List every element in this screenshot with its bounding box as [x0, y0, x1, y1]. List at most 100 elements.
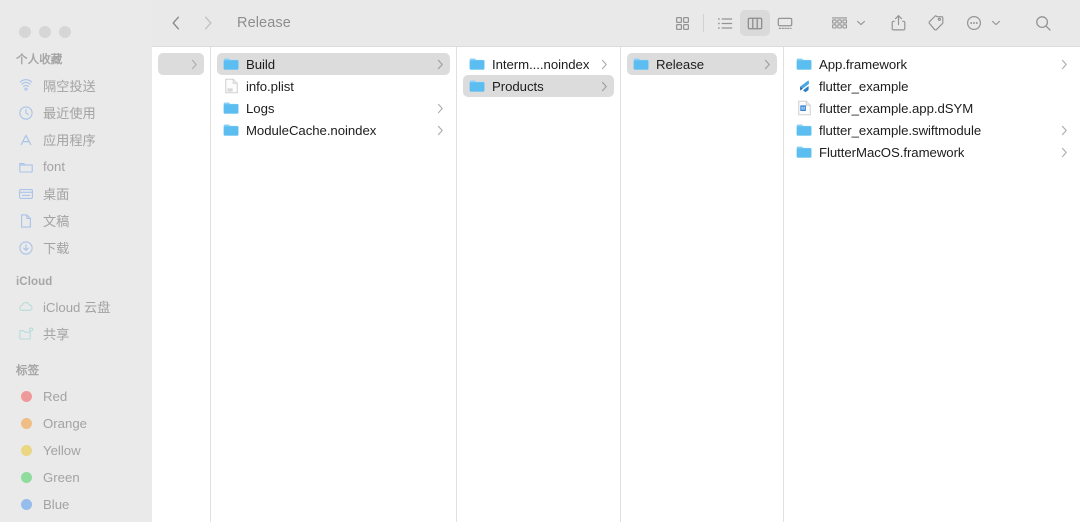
list-item[interactable]: Release — [627, 53, 777, 75]
column-browser: Build info.plist Logs ModuleCache.noinde… — [152, 47, 1080, 522]
folder-icon — [223, 56, 239, 72]
sidebar-section-tags-title: 标签 — [16, 365, 40, 377]
column-partial[interactable] — [152, 47, 211, 522]
list-item[interactable]: flutter_example.app.dSYM — [790, 97, 1074, 119]
sidebar-item-label: 下载 — [43, 241, 70, 256]
list-item[interactable]: Interm....noindex — [463, 53, 614, 75]
group-button[interactable] — [824, 10, 854, 36]
sidebar-item-label: Yellow — [43, 443, 81, 458]
chevron-right-icon — [601, 59, 610, 70]
chevron-right-icon — [191, 59, 200, 70]
clock-icon — [18, 105, 34, 121]
group-by-group — [824, 10, 869, 36]
sidebar-item-applications[interactable]: 应用程序 — [0, 126, 152, 153]
chevron-right-icon — [437, 125, 446, 136]
sidebar-item-tag-yellow[interactable]: Yellow — [0, 437, 152, 464]
list-item[interactable]: Logs — [217, 97, 450, 119]
document-icon — [18, 213, 34, 229]
column-products[interactable]: Interm....noindex Products — [457, 47, 621, 522]
sidebar-item-label: Green — [43, 470, 80, 485]
sidebar-item-label: Orange — [43, 416, 87, 431]
sidebar-item-tag-blue[interactable]: Blue — [0, 491, 152, 518]
item-label: flutter_example — [819, 78, 909, 94]
item-label: Products — [492, 78, 544, 94]
sidebar-item-label: 共享 — [43, 327, 70, 342]
folder-icon — [796, 122, 812, 138]
sidebar-item-airdrop[interactable]: 隔空投送 — [0, 72, 152, 99]
sidebar-item-tag-red[interactable]: Red — [0, 383, 152, 410]
sidebar-item-tag-green[interactable]: Green — [0, 464, 152, 491]
navigation-buttons — [152, 13, 216, 33]
sidebar-section-favorites-title: 个人收藏 — [16, 54, 63, 66]
finder-window: 个人收藏 隔空投送 最近使用 应用程序 font 桌面 文稿 下载 iCloud… — [0, 0, 1080, 522]
item-label: flutter_example.swiftmodule — [819, 122, 982, 138]
chevron-right-icon — [764, 59, 773, 70]
plist-icon — [223, 78, 239, 94]
sidebar-section-icloud-title: iCloud — [16, 276, 53, 288]
dsym-icon — [796, 100, 812, 116]
list-item[interactable]: Products — [463, 75, 614, 97]
list-item[interactable]: flutter_example.swiftmodule — [790, 119, 1074, 141]
more-group — [959, 10, 1004, 36]
sidebar-item-label: font — [43, 159, 65, 174]
close-button[interactable] — [19, 26, 31, 38]
item-label: FlutterMacOS.framework — [819, 144, 965, 160]
minimize-button[interactable] — [39, 26, 51, 38]
list-item[interactable] — [158, 53, 204, 75]
icon-view-button[interactable] — [667, 10, 697, 36]
zoom-button[interactable] — [59, 26, 71, 38]
list-view-button[interactable] — [710, 10, 740, 36]
view-mode-group — [667, 10, 800, 36]
gallery-view-button[interactable] — [770, 10, 800, 36]
more-chevron-down-icon[interactable] — [989, 19, 1002, 27]
column-build[interactable]: Build info.plist Logs ModuleCache.noinde… — [211, 47, 457, 522]
sidebar-item-label: Blue — [43, 497, 70, 512]
desktop-icon — [18, 186, 34, 202]
sidebar-item-icloud-drive[interactable]: iCloud 云盘 — [0, 293, 152, 320]
column-contents[interactable]: App.framework flutter_example flutter_ex… — [784, 47, 1080, 522]
main-area: Release Build info.plist Logs ModuleCach… — [152, 0, 1080, 522]
sidebar-item-font[interactable]: font — [0, 153, 152, 180]
flutter-icon — [796, 78, 812, 94]
group-chevron-down-icon[interactable] — [854, 19, 867, 27]
list-item[interactable]: FlutterMacOS.framework — [790, 141, 1074, 163]
shared-folder-icon — [18, 326, 34, 342]
sidebar-item-shared[interactable]: 共享 — [0, 320, 152, 347]
list-item[interactable]: info.plist — [217, 75, 450, 97]
item-label: Release — [656, 56, 705, 72]
list-item[interactable]: Build — [217, 53, 450, 75]
search-button[interactable] — [1028, 10, 1058, 36]
column-view-button[interactable] — [740, 10, 770, 36]
folder-icon — [796, 144, 812, 160]
folder-icon — [469, 56, 485, 72]
item-label: App.framework — [819, 56, 908, 72]
sidebar-item-label: Red — [43, 389, 68, 404]
tag-dot-icon — [18, 416, 34, 432]
sidebar-item-label: iCloud 云盘 — [43, 300, 111, 315]
sidebar-item-downloads[interactable]: 下载 — [0, 234, 152, 261]
window-title: Release — [237, 15, 291, 31]
column-release[interactable]: Release — [621, 47, 784, 522]
folder-icon — [223, 122, 239, 138]
sidebar-item-tag-orange[interactable]: Orange — [0, 410, 152, 437]
chevron-right-icon — [1061, 59, 1070, 70]
item-label: Build — [246, 56, 276, 72]
list-item[interactable]: flutter_example — [790, 75, 1074, 97]
sidebar-item-documents[interactable]: 文稿 — [0, 207, 152, 234]
tag-dot-icon — [18, 443, 34, 459]
sidebar-item-desktop[interactable]: 桌面 — [0, 180, 152, 207]
tag-dot-icon — [18, 389, 34, 405]
more-button[interactable] — [959, 10, 989, 36]
list-item[interactable]: ModuleCache.noindex — [217, 119, 450, 141]
list-item[interactable]: App.framework — [790, 53, 1074, 75]
back-button[interactable] — [168, 13, 184, 33]
sidebar-item-recents[interactable]: 最近使用 — [0, 99, 152, 126]
downloads-icon — [18, 240, 34, 256]
sidebar: 个人收藏 隔空投送 最近使用 应用程序 font 桌面 文稿 下载 iCloud… — [0, 0, 152, 522]
tags-button[interactable] — [921, 10, 951, 36]
forward-button[interactable] — [200, 13, 216, 33]
folder-icon — [633, 56, 649, 72]
share-button[interactable] — [883, 10, 913, 36]
cloud-icon — [18, 299, 34, 315]
